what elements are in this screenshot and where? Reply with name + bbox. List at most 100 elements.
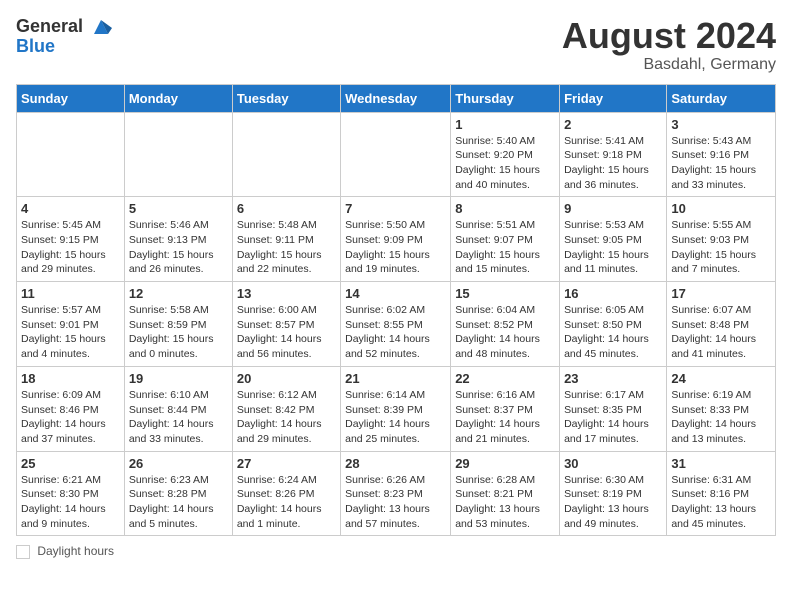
day-number: 9 <box>564 201 662 216</box>
calendar-cell: 31 Sunrise: 6:31 AM Sunset: 8:16 PM Dayli… <box>667 451 776 536</box>
cell-sun-info: Sunrise: 5:41 AM Sunset: 9:18 PM Dayligh… <box>564 134 662 193</box>
cell-sun-info: Sunrise: 6:26 AM Sunset: 8:23 PM Dayligh… <box>345 473 446 532</box>
cell-sun-info: Sunrise: 5:57 AM Sunset: 9:01 PM Dayligh… <box>21 303 120 362</box>
cell-sun-info: Sunrise: 6:12 AM Sunset: 8:42 PM Dayligh… <box>237 388 336 447</box>
calendar-cell: 23 Sunrise: 6:17 AM Sunset: 8:35 PM Dayli… <box>560 366 667 451</box>
calendar-cell <box>17 112 125 197</box>
cell-sun-info: Sunrise: 6:30 AM Sunset: 8:19 PM Dayligh… <box>564 473 662 532</box>
day-number: 19 <box>129 371 228 386</box>
calendar-cell: 26 Sunrise: 6:23 AM Sunset: 8:28 PM Dayli… <box>124 451 232 536</box>
calendar-cell: 15 Sunrise: 6:04 AM Sunset: 8:52 PM Dayli… <box>451 282 560 367</box>
cell-sun-info: Sunrise: 6:23 AM Sunset: 8:28 PM Dayligh… <box>129 473 228 532</box>
calendar-cell: 6Sunrise: 5:48 AM Sunset: 9:11 PM Daylig… <box>232 197 340 282</box>
calendar-cell: 4 Sunrise: 5:45 AM Sunset: 9:15 PM Daylig… <box>17 197 125 282</box>
cell-sun-info: Sunrise: 5:51 AM Sunset: 9:07 PM Dayligh… <box>455 218 555 277</box>
day-number: 17 <box>671 286 771 301</box>
day-number: 16 <box>564 286 662 301</box>
cell-sun-info: Sunrise: 5:45 AM Sunset: 9:15 PM Dayligh… <box>21 218 120 277</box>
calendar-cell: 30 Sunrise: 6:30 AM Sunset: 8:19 PM Dayli… <box>560 451 667 536</box>
footer-box-icon <box>16 545 30 559</box>
calendar-cell: 17 Sunrise: 6:07 AM Sunset: 8:48 PM Dayli… <box>667 282 776 367</box>
cell-sun-info: Sunrise: 6:17 AM Sunset: 8:35 PM Dayligh… <box>564 388 662 447</box>
col-saturday: Saturday <box>667 84 776 112</box>
calendar-cell <box>341 112 451 197</box>
day-number: 25 <box>21 456 120 471</box>
day-number: 6 <box>237 201 336 216</box>
calendar-header-row: Sunday Monday Tuesday Wednesday Thursday… <box>17 84 776 112</box>
footer-label: Daylight hours <box>37 544 114 558</box>
cell-sun-info: Sunrise: 5:53 AM Sunset: 9:05 PM Dayligh… <box>564 218 662 277</box>
cell-sun-info: Sunrise: 5:40 AM Sunset: 9:20 PM Dayligh… <box>455 134 555 193</box>
calendar-cell: 7Sunrise: 5:50 AM Sunset: 9:09 PM Daylig… <box>341 197 451 282</box>
day-number: 12 <box>129 286 228 301</box>
day-number: 13 <box>237 286 336 301</box>
day-number: 27 <box>237 456 336 471</box>
cell-sun-info: Sunrise: 6:10 AM Sunset: 8:44 PM Dayligh… <box>129 388 228 447</box>
cell-sun-info: Sunrise: 6:21 AM Sunset: 8:30 PM Dayligh… <box>21 473 120 532</box>
calendar-cell: 25 Sunrise: 6:21 AM Sunset: 8:30 PM Dayli… <box>17 451 125 536</box>
day-number: 28 <box>345 456 446 471</box>
day-number: 31 <box>671 456 771 471</box>
calendar-week-row: 11 Sunrise: 5:57 AM Sunset: 9:01 PM Dayli… <box>17 282 776 367</box>
calendar-cell: 12 Sunrise: 5:58 AM Sunset: 8:59 PM Dayli… <box>124 282 232 367</box>
calendar-cell <box>124 112 232 197</box>
cell-sun-info: Sunrise: 5:55 AM Sunset: 9:03 PM Dayligh… <box>671 218 771 277</box>
cell-sun-info: Sunrise: 6:05 AM Sunset: 8:50 PM Dayligh… <box>564 303 662 362</box>
day-number: 30 <box>564 456 662 471</box>
calendar-cell: 9 Sunrise: 5:53 AM Sunset: 9:05 PM Daylig… <box>560 197 667 282</box>
day-number: 21 <box>345 371 446 386</box>
day-number: 4 <box>21 201 120 216</box>
cell-sun-info: Sunrise: 5:50 AM Sunset: 9:09 PM Dayligh… <box>345 218 446 277</box>
col-tuesday: Tuesday <box>232 84 340 112</box>
cell-sun-info: Sunrise: 6:07 AM Sunset: 8:48 PM Dayligh… <box>671 303 771 362</box>
col-thursday: Thursday <box>451 84 560 112</box>
col-friday: Friday <box>560 84 667 112</box>
cell-sun-info: Sunrise: 5:46 AM Sunset: 9:13 PM Dayligh… <box>129 218 228 277</box>
logo: General Blue <box>16 16 112 57</box>
day-number: 11 <box>21 286 120 301</box>
calendar-cell: 20 Sunrise: 6:12 AM Sunset: 8:42 PM Dayli… <box>232 366 340 451</box>
cell-sun-info: Sunrise: 6:00 AM Sunset: 8:57 PM Dayligh… <box>237 303 336 362</box>
cell-sun-info: Sunrise: 6:09 AM Sunset: 8:46 PM Dayligh… <box>21 388 120 447</box>
calendar-week-row: 18 Sunrise: 6:09 AM Sunset: 8:46 PM Dayli… <box>17 366 776 451</box>
calendar-cell: 18 Sunrise: 6:09 AM Sunset: 8:46 PM Dayli… <box>17 366 125 451</box>
calendar-cell: 28 Sunrise: 6:26 AM Sunset: 8:23 PM Dayli… <box>341 451 451 536</box>
calendar-cell: 27 Sunrise: 6:24 AM Sunset: 8:26 PM Dayli… <box>232 451 340 536</box>
day-number: 23 <box>564 371 662 386</box>
calendar-cell: 10Sunrise: 5:55 AM Sunset: 9:03 PM Dayli… <box>667 197 776 282</box>
cell-sun-info: Sunrise: 6:14 AM Sunset: 8:39 PM Dayligh… <box>345 388 446 447</box>
day-number: 1 <box>455 117 555 132</box>
col-sunday: Sunday <box>17 84 125 112</box>
calendar-cell: 1 Sunrise: 5:40 AM Sunset: 9:20 PM Daylig… <box>451 112 560 197</box>
title-section: August 2024 Basdahl, Germany <box>562 16 776 74</box>
cell-sun-info: Sunrise: 5:43 AM Sunset: 9:16 PM Dayligh… <box>671 134 771 193</box>
day-number: 15 <box>455 286 555 301</box>
location-subtitle: Basdahl, Germany <box>562 56 776 74</box>
footer: Daylight hours <box>16 544 776 559</box>
day-number: 20 <box>237 371 336 386</box>
day-number: 18 <box>21 371 120 386</box>
day-number: 8 <box>455 201 555 216</box>
cell-sun-info: Sunrise: 5:58 AM Sunset: 8:59 PM Dayligh… <box>129 303 228 362</box>
logo-line2: Blue <box>16 36 112 57</box>
calendar-cell: 24 Sunrise: 6:19 AM Sunset: 8:33 PM Dayli… <box>667 366 776 451</box>
day-number: 26 <box>129 456 228 471</box>
calendar-cell: 8 Sunrise: 5:51 AM Sunset: 9:07 PM Daylig… <box>451 197 560 282</box>
calendar-cell: 22Sunrise: 6:16 AM Sunset: 8:37 PM Dayli… <box>451 366 560 451</box>
month-year-title: August 2024 <box>562 16 776 56</box>
day-number: 2 <box>564 117 662 132</box>
day-number: 24 <box>671 371 771 386</box>
cell-sun-info: Sunrise: 6:19 AM Sunset: 8:33 PM Dayligh… <box>671 388 771 447</box>
calendar-cell: 29Sunrise: 6:28 AM Sunset: 8:21 PM Dayli… <box>451 451 560 536</box>
calendar-week-row: 25 Sunrise: 6:21 AM Sunset: 8:30 PM Dayli… <box>17 451 776 536</box>
day-number: 5 <box>129 201 228 216</box>
cell-sun-info: Sunrise: 6:24 AM Sunset: 8:26 PM Dayligh… <box>237 473 336 532</box>
calendar-cell: 21 Sunrise: 6:14 AM Sunset: 8:39 PM Dayli… <box>341 366 451 451</box>
calendar-week-row: 1 Sunrise: 5:40 AM Sunset: 9:20 PM Daylig… <box>17 112 776 197</box>
calendar-cell: 13 Sunrise: 6:00 AM Sunset: 8:57 PM Dayli… <box>232 282 340 367</box>
cell-sun-info: Sunrise: 6:31 AM Sunset: 8:16 PM Dayligh… <box>671 473 771 532</box>
calendar-cell: 3Sunrise: 5:43 AM Sunset: 9:16 PM Daylig… <box>667 112 776 197</box>
cell-sun-info: Sunrise: 6:04 AM Sunset: 8:52 PM Dayligh… <box>455 303 555 362</box>
calendar-cell: 2 Sunrise: 5:41 AM Sunset: 9:18 PM Daylig… <box>560 112 667 197</box>
calendar-cell <box>232 112 340 197</box>
